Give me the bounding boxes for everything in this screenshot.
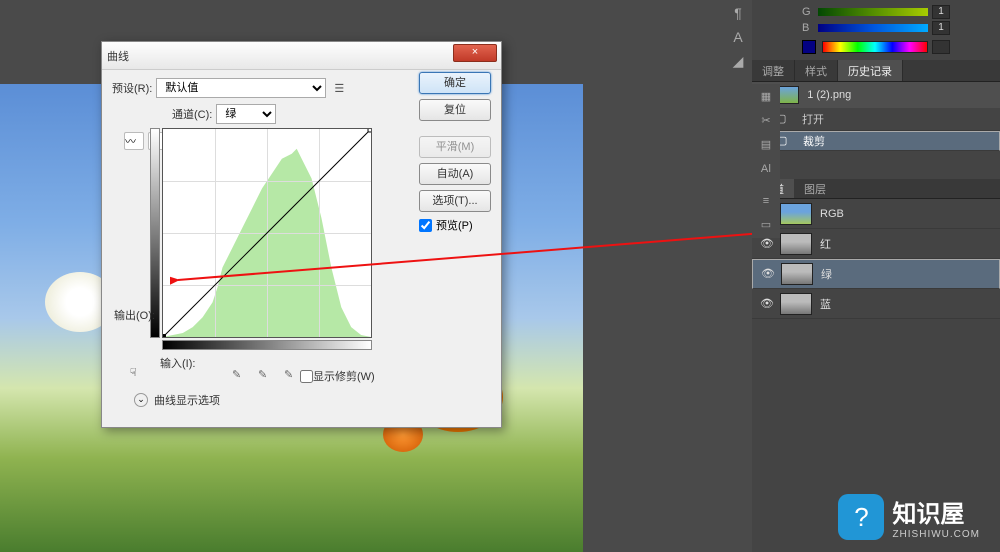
g-slider-label: G bbox=[802, 6, 814, 18]
channel-label: 通道(C): bbox=[172, 106, 212, 122]
smooth-button: 平滑(M) bbox=[419, 136, 491, 158]
channel-item[interactable]: 👁RGB bbox=[752, 199, 1000, 229]
channel-thumb bbox=[780, 233, 812, 255]
curves-graph[interactable] bbox=[162, 128, 372, 338]
visibility-eye-icon[interactable]: 👁 bbox=[760, 297, 774, 311]
history-item-label: 裁剪 bbox=[803, 133, 825, 149]
channel-item[interactable]: 👁绿 bbox=[752, 259, 1000, 289]
history-item-label: 打开 bbox=[802, 111, 824, 127]
dialog-titlebar[interactable]: 曲线 × bbox=[102, 42, 501, 70]
watermark-logo: ? 知识屋 ZHISHIWU.COM bbox=[838, 494, 980, 540]
curve-draw-tool-icon[interactable]: 〰 bbox=[124, 132, 144, 150]
dialog-title: 曲线 bbox=[107, 48, 129, 64]
ok-button[interactable]: 确定 bbox=[419, 72, 491, 94]
b-value[interactable]: 1 bbox=[932, 21, 950, 35]
color-swatch[interactable] bbox=[802, 40, 816, 54]
logo-text: 知识屋 bbox=[892, 494, 980, 529]
tab-adjust[interactable]: 调整 bbox=[752, 60, 795, 81]
visibility-eye-icon[interactable]: 👁 bbox=[760, 237, 774, 251]
channel-name: 绿 bbox=[821, 266, 832, 282]
black-point-eyedropper-icon[interactable]: ✎ bbox=[232, 368, 248, 384]
gray-point-eyedropper-icon[interactable]: ✎ bbox=[258, 368, 274, 384]
expand-options-icon[interactable]: ⌄ bbox=[134, 393, 148, 407]
logo-icon: ? bbox=[838, 494, 884, 540]
g-slider[interactable] bbox=[818, 8, 928, 16]
logo-subtext: ZHISHIWU.COM bbox=[892, 529, 980, 540]
type-tool-icon[interactable]: A bbox=[726, 26, 750, 48]
channel-name: RGB bbox=[820, 208, 844, 220]
auto-button[interactable]: 自动(A) bbox=[419, 163, 491, 185]
history-document-row[interactable]: ✎ 1 (2).png bbox=[752, 82, 1000, 108]
curves-dialog: 曲线 × 预设(R): 默认值 ☰ 通道(C): 绿 确定 复位 平滑(M) 自… bbox=[101, 41, 502, 428]
preset-label: 预设(R): bbox=[112, 80, 152, 96]
show-clipping-label: 显示修剪(W) bbox=[313, 368, 375, 384]
channel-name: 红 bbox=[820, 236, 831, 252]
visibility-eye-icon[interactable]: 👁 bbox=[761, 267, 775, 281]
panel-icon-2[interactable]: ✂ bbox=[754, 110, 778, 132]
channel-name: 蓝 bbox=[820, 296, 831, 312]
panel-icon-6[interactable]: ▭ bbox=[754, 214, 778, 236]
channel-item[interactable]: 👁蓝 bbox=[752, 289, 1000, 319]
document-name: 1 (2).png bbox=[807, 89, 851, 101]
channel-thumb bbox=[780, 203, 812, 225]
preview-checkbox[interactable] bbox=[419, 219, 432, 232]
preview-label: 预览(P) bbox=[436, 217, 473, 233]
close-button[interactable]: × bbox=[453, 44, 497, 62]
b-slider[interactable] bbox=[818, 24, 928, 32]
hue-strip[interactable] bbox=[822, 41, 928, 53]
tab-styles[interactable]: 样式 bbox=[795, 60, 838, 81]
tab-layers[interactable]: 图层 bbox=[794, 179, 836, 198]
white-point-eyedropper-icon[interactable]: ✎ bbox=[284, 368, 300, 384]
hue-value-box[interactable] bbox=[932, 40, 950, 54]
curve-options-label: 曲线显示选项 bbox=[154, 392, 220, 408]
show-clipping-checkbox[interactable] bbox=[300, 370, 313, 383]
reset-button[interactable]: 复位 bbox=[419, 99, 491, 121]
channel-thumb bbox=[780, 293, 812, 315]
channel-thumb bbox=[781, 263, 813, 285]
input-gradient bbox=[162, 340, 372, 350]
panel-icon-3[interactable]: ▤ bbox=[754, 134, 778, 156]
curve-line[interactable] bbox=[163, 129, 371, 337]
hand-tool-icon[interactable]: ☟ bbox=[130, 366, 148, 384]
g-value[interactable]: 1 bbox=[932, 5, 950, 19]
output-label: 输出(O): bbox=[114, 307, 155, 323]
preset-select[interactable]: 默认值 bbox=[156, 78, 326, 98]
brush-tool-icon[interactable]: ¶ bbox=[726, 2, 750, 24]
input-label: 输入(I): bbox=[160, 355, 195, 371]
panel-icon-5[interactable]: ≡ bbox=[754, 190, 778, 212]
channel-select[interactable]: 绿 bbox=[216, 104, 276, 124]
right-panel: ¶ A ◢ G 1 B 1 调整 样式 历史记录 ✎ 1 (2).png ▢打开… bbox=[752, 0, 1000, 552]
history-item[interactable]: ▢裁剪 bbox=[752, 131, 1000, 151]
panel-icon-4[interactable]: Aǀ bbox=[754, 158, 778, 180]
panel-icon-1[interactable]: ▦ bbox=[754, 86, 778, 108]
history-item[interactable]: ▢打开 bbox=[752, 108, 1000, 131]
tab-history[interactable]: 历史记录 bbox=[838, 60, 903, 81]
ruler-tool-icon[interactable]: ◢ bbox=[726, 50, 750, 72]
options-button[interactable]: 选项(T)... bbox=[419, 190, 491, 212]
b-slider-label: B bbox=[802, 22, 814, 34]
preset-menu-icon[interactable]: ☰ bbox=[330, 79, 348, 97]
channel-item[interactable]: 👁红 bbox=[752, 229, 1000, 259]
